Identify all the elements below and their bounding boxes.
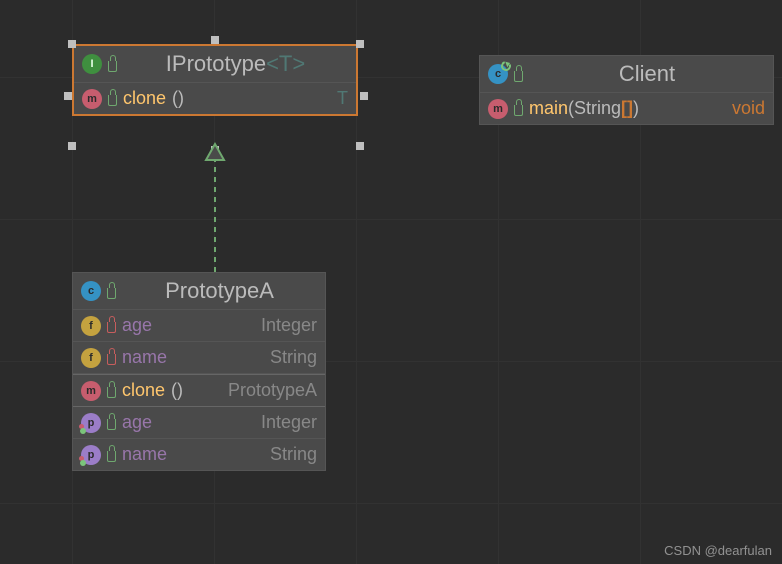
runnable-arrow-icon [499,59,512,72]
resize-handle[interactable] [360,92,368,100]
method-icon: m [82,89,102,109]
property-type: Integer [261,412,317,433]
field-name: name [122,347,167,368]
title-name: IPrototype [166,51,266,76]
lock-icon [107,288,116,299]
uml-interface-iprototype[interactable]: I IPrototype<T> m clone () T [72,44,358,116]
method-parens: () [172,88,184,109]
title-generic: <T> [266,51,305,76]
property-icon: p [81,445,101,465]
title-row: c Client [480,56,773,93]
field-row[interactable]: f name String [73,342,325,374]
title-row: c PrototypeA [73,273,325,310]
method-parens: () [171,380,183,401]
resize-handle[interactable] [211,36,219,44]
param-brackets: [] [621,98,633,118]
lock-private-icon [107,354,116,365]
watermark: CSDN @dearfulan [664,543,772,558]
close-paren: ) [633,98,639,118]
lock-icon [107,451,116,462]
class-icon: c [81,281,101,301]
return-type: PrototypeA [228,380,317,401]
field-type: Integer [261,315,317,336]
resize-handle[interactable] [356,40,364,48]
property-name: age [122,412,152,433]
lock-icon [107,419,116,430]
property-row[interactable]: p age Integer [73,407,325,439]
property-name: name [122,444,167,465]
resize-handle[interactable] [211,146,219,154]
class-title: Client [529,61,765,87]
method-icon: m [488,99,508,119]
class-title: PrototypeA [122,278,317,304]
resize-handle[interactable] [68,40,76,48]
method-row[interactable]: m main(String[]) void [480,93,773,124]
uml-class-prototypea[interactable]: c PrototypeA f age Integer f name String… [72,272,326,471]
lock-icon [514,71,523,82]
return-type: T [337,88,348,109]
resize-handle[interactable] [356,142,364,150]
method-row[interactable]: m clone () PrototypeA [73,374,325,407]
lock-icon [107,387,116,398]
interface-icon: I [82,54,102,74]
resize-handle[interactable] [64,92,72,100]
title-row: I IPrototype<T> [74,46,356,83]
field-row[interactable]: f age Integer [73,310,325,342]
method-name: clone [123,88,166,109]
lock-icon [108,61,117,72]
resize-handle[interactable] [68,142,76,150]
class-icon: c [488,64,508,84]
property-icon: p [81,413,101,433]
method-name: main [529,98,568,118]
uml-class-client[interactable]: c Client m main(String[]) void [479,55,774,125]
lock-icon [108,95,117,106]
field-name: age [122,315,152,336]
field-icon: f [81,316,101,336]
lock-private-icon [107,322,116,333]
field-icon: f [81,348,101,368]
class-title: IPrototype<T> [123,51,348,77]
method-row[interactable]: m clone () T [74,83,356,114]
return-type: void [732,98,765,119]
method-icon: m [81,381,101,401]
implements-connector [190,140,240,275]
field-type: String [270,347,317,368]
param-type: String [574,98,621,118]
property-row[interactable]: p name String [73,439,325,470]
property-type: String [270,444,317,465]
lock-icon [514,105,523,116]
method-name: clone [122,380,165,401]
